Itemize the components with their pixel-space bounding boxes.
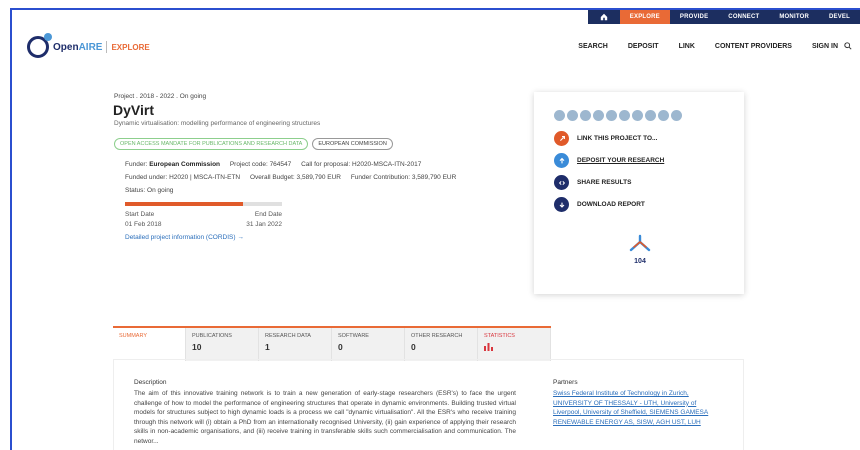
share-icon-2[interactable] (567, 110, 578, 121)
tab-software[interactable]: SOFTWARE 0 (332, 328, 405, 361)
nav-deposit[interactable]: DEPOSIT (628, 43, 659, 50)
project-meta: Project . 2018 - 2022 . On going (114, 93, 207, 100)
tab-other-research-count: 0 (411, 342, 416, 352)
start-date-block: Start Date 01 Feb 2018 (125, 210, 162, 230)
nav-sign-in[interactable]: SIGN IN (812, 43, 838, 50)
project-dates: Start Date 01 Feb 2018 End Date 31 Jan 2… (125, 210, 282, 230)
cordis-detail-link[interactable]: Detailed project information (CORDIS) → (125, 234, 244, 241)
tab-research-data-count: 1 (265, 342, 270, 352)
partners-heading: Partners (553, 379, 578, 386)
tab-summary[interactable]: SUMMARY (113, 328, 186, 361)
share-results-label: SHARE RESULTS (577, 179, 632, 186)
altmetric-badge[interactable]: 104 (626, 234, 654, 265)
project-progress-fill (125, 202, 243, 206)
altmetric-score: 104 (634, 258, 646, 265)
share-icon-3[interactable] (580, 110, 591, 121)
project-subtitle: Dynamic virtualisation: modelling perfor… (114, 120, 321, 127)
open-access-badge: OPEN ACCESS MANDATE FOR PUBLICATIONS AND… (114, 138, 309, 150)
portal-provide[interactable]: PROVIDE (670, 10, 718, 24)
share-icon-6[interactable] (619, 110, 630, 121)
tab-other-research[interactable]: OTHER RESEARCH 0 (405, 328, 478, 361)
project-progress-bar (125, 202, 282, 206)
altmetric-icon (629, 234, 651, 252)
page-title: DyVirt (113, 102, 154, 118)
download-icon (554, 197, 569, 212)
end-date-value: 31 Jan 2022 (246, 221, 282, 228)
tab-software-count: 0 (338, 342, 343, 352)
funder-field: Funder: European Commission (125, 161, 221, 168)
start-date-label: Start Date (125, 211, 155, 218)
nav-search[interactable]: SEARCH (578, 43, 608, 50)
search-icon[interactable] (844, 42, 852, 50)
share-icon-1[interactable] (554, 110, 565, 121)
share-results-action[interactable]: SHARE RESULTS (554, 175, 631, 190)
home-button[interactable] (588, 10, 620, 24)
main-nav: SEARCH DEPOSIT LINK CONTENT PROVIDERS SI… (558, 42, 852, 50)
portal-connect[interactable]: CONNECT (718, 10, 769, 24)
share-icon-9[interactable] (658, 110, 669, 121)
logo-mark-icon (27, 33, 52, 58)
tab-publications-count: 10 (192, 342, 202, 352)
project-actions-card: LINK THIS PROJECT TO... DEPOSIT YOUR RES… (534, 92, 744, 294)
openaire-logo[interactable]: OpenAIRE EXPLORE (27, 33, 150, 58)
tab-statistics-label: STATISTICS (484, 333, 515, 339)
project-status: Status: On going (125, 187, 174, 194)
description-heading: Description (134, 379, 167, 386)
overall-budget: Overall Budget: 3,589,790 EUR (249, 174, 341, 181)
start-date-value: 01 Feb 2018 (125, 221, 162, 228)
nav-link[interactable]: LINK (679, 43, 695, 50)
upload-icon (554, 153, 569, 168)
end-date-label: End Date (254, 211, 282, 218)
funder-contribution: Funder Contribution: 3,589,790 EUR (350, 174, 457, 181)
call-for-proposal: Call for proposal: H2020-MSCA-ITN-2017 (301, 161, 422, 168)
nav-content-providers[interactable]: CONTENT PROVIDERS (715, 43, 792, 50)
project-info: Funder: European Commission Project code… (125, 158, 456, 197)
funder-value: European Commission (149, 161, 221, 168)
logo-text: OpenAIRE (53, 41, 103, 53)
share-icon-8[interactable] (645, 110, 656, 121)
portal-explore[interactable]: EXPLORE (619, 10, 670, 24)
portal-monitor[interactable]: MONITOR (769, 10, 819, 24)
tab-other-research-label: OTHER RESEARCH (411, 333, 463, 339)
tab-research-data[interactable]: RESEARCH DATA 1 (259, 328, 332, 361)
summary-panel: Description The aim of this innovative t… (113, 359, 744, 450)
download-report-label: DOWNLOAD REPORT (577, 201, 645, 208)
deposit-research-label: DEPOSIT YOUR RESEARCH (577, 157, 665, 164)
home-icon (600, 13, 608, 21)
project-code: Project code: 764547 (229, 161, 292, 168)
end-date-block: End Date 31 Jan 2022 (246, 210, 282, 230)
partners-list[interactable]: Swiss Federal Institute of Technology in… (553, 389, 723, 427)
download-report-action[interactable]: DOWNLOAD REPORT (554, 197, 645, 212)
link-project-label: LINK THIS PROJECT TO... (577, 135, 658, 142)
description-text: The aim of this innovative training netw… (134, 390, 516, 445)
tab-summary-label: SUMMARY (119, 333, 148, 339)
tab-publications-label: PUBLICATIONS (192, 333, 232, 339)
share-icon-5[interactable] (606, 110, 617, 121)
result-tabs: SUMMARY PUBLICATIONS 10 RESEARCH DATA 1 … (113, 326, 551, 361)
badge-row: OPEN ACCESS MANDATE FOR PUBLICATIONS AND… (114, 138, 393, 150)
link-project-action[interactable]: LINK THIS PROJECT TO... (554, 131, 657, 146)
deposit-research-action[interactable]: DEPOSIT YOUR RESEARCH (554, 153, 664, 168)
funder-badge: EUROPEAN COMMISSION (312, 138, 393, 150)
tab-statistics[interactable]: STATISTICS (478, 328, 551, 361)
logo-divider (106, 41, 108, 53)
share-icon-7[interactable] (632, 110, 643, 121)
bar-chart-icon (484, 343, 493, 351)
funded-under: Funded under: H2020 | MSCA-ITN-ETN (125, 174, 241, 181)
share-icon-10[interactable] (671, 110, 682, 121)
share-icons-row (554, 110, 682, 121)
tab-publications[interactable]: PUBLICATIONS 10 (186, 328, 259, 361)
share-icon (554, 175, 569, 190)
tab-software-label: SOFTWARE (338, 333, 369, 339)
portal-switcher: EXPLORE PROVIDE CONNECT MONITOR DEVEL (588, 10, 860, 24)
share-icon-4[interactable] (593, 110, 604, 121)
logo-section: EXPLORE (111, 42, 150, 52)
link-icon (554, 131, 569, 146)
tab-research-data-label: RESEARCH DATA (265, 333, 311, 339)
portal-develop[interactable]: DEVEL (819, 10, 860, 24)
